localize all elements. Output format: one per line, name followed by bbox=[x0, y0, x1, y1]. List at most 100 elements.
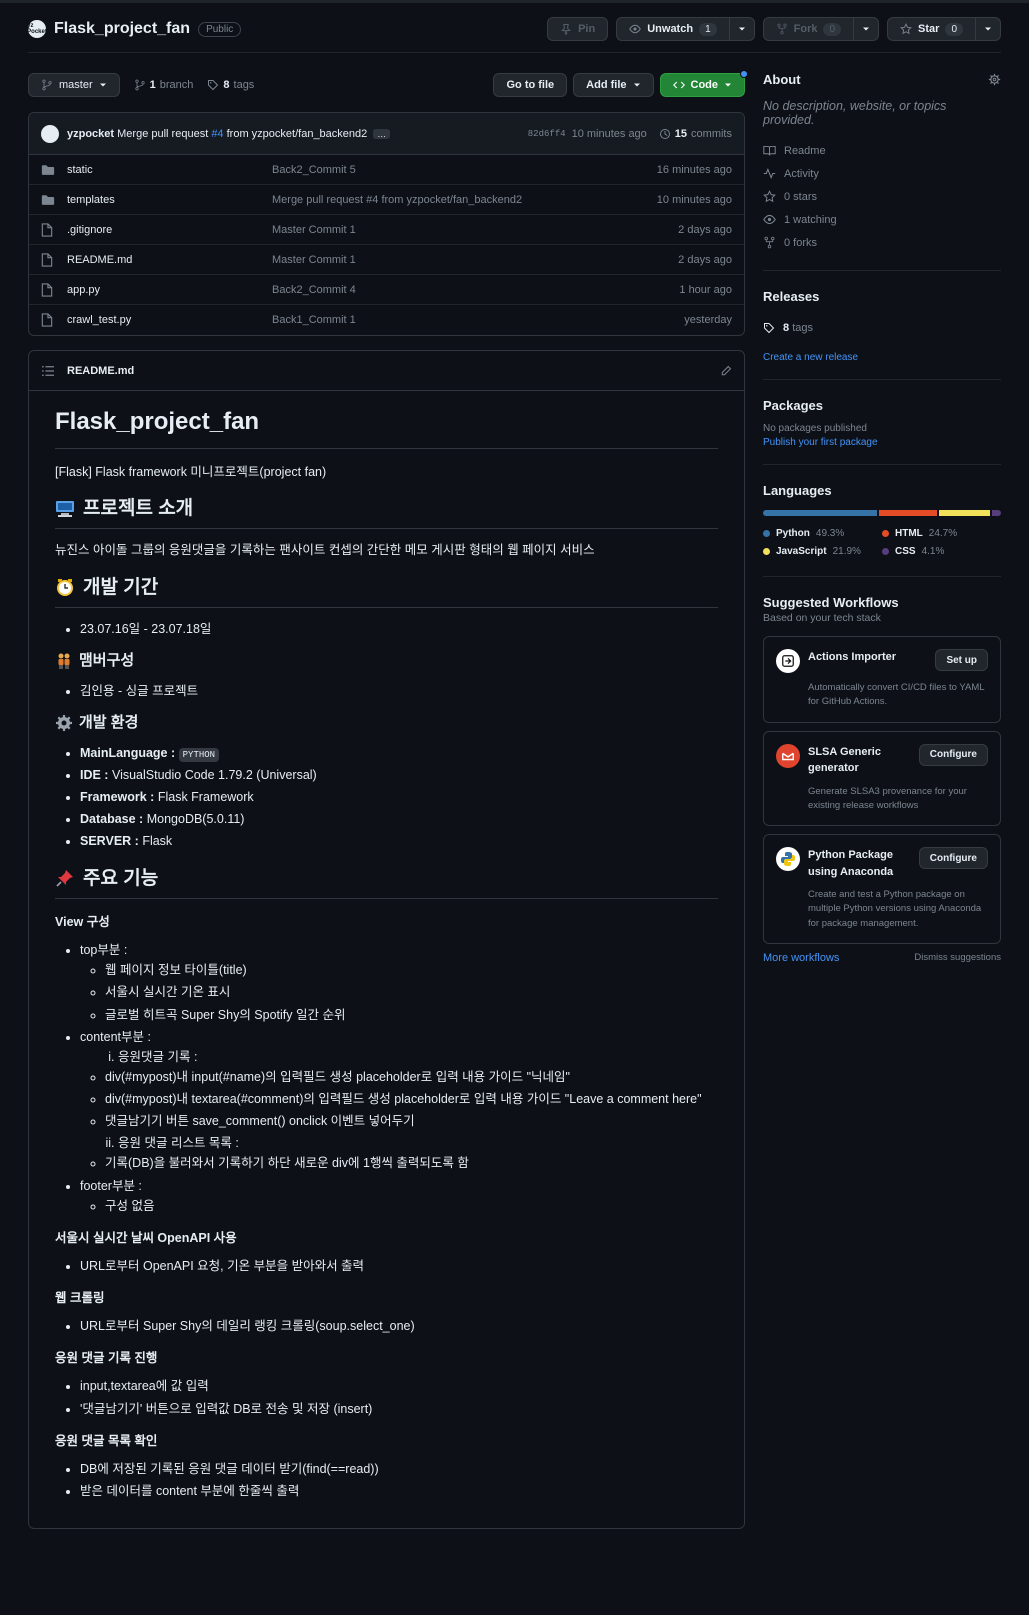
go-to-file-button[interactable]: Go to file bbox=[493, 73, 568, 97]
commits-link[interactable]: 15 commits bbox=[659, 128, 732, 140]
language-item[interactable]: CSS 4.1% bbox=[882, 542, 1001, 560]
period-heading: 개발 기간 bbox=[83, 576, 159, 598]
file-row[interactable]: app.py Back2_Commit 41 hour ago bbox=[29, 275, 744, 305]
visibility-badge: Public bbox=[198, 21, 242, 37]
about-link-eye[interactable]: 1 watching bbox=[763, 208, 1001, 231]
list-item: Database : MongoDB(5.0.11) bbox=[80, 810, 718, 828]
workflow-description: Automatically convert CI/CD files to YAM… bbox=[808, 682, 985, 708]
release-tag-label: tags bbox=[792, 321, 813, 334]
commit-pr-link[interactable]: #4 bbox=[211, 128, 223, 140]
file-row[interactable]: .gitignore Master Commit 12 days ago bbox=[29, 215, 744, 245]
file-row[interactable]: templates Merge pull request #4 from yzpo… bbox=[29, 185, 744, 215]
repo-name[interactable]: Flask_project_fan bbox=[54, 20, 190, 38]
file-name[interactable]: static bbox=[67, 164, 272, 176]
language-name: Python bbox=[776, 527, 810, 539]
workflow-card: Python Package using Anaconda Configure Cr… bbox=[763, 834, 1001, 944]
unwatch-dropdown[interactable] bbox=[729, 17, 755, 41]
release-tags-link[interactable]: 8 tags bbox=[763, 316, 1001, 339]
file-name[interactable]: templates bbox=[67, 194, 272, 206]
commit-message-prefix[interactable]: Merge pull request bbox=[117, 128, 208, 140]
workflow-configure-button[interactable]: Configure bbox=[918, 847, 988, 869]
expand-commit-button[interactable]: … bbox=[373, 128, 391, 139]
language-bar-segment bbox=[938, 510, 990, 516]
commit-author-avatar[interactable] bbox=[41, 124, 59, 143]
about-link-book[interactable]: Readme bbox=[763, 139, 1001, 162]
commit-author[interactable]: yzpocket bbox=[67, 128, 114, 140]
about-link-pulse[interactable]: Activity bbox=[763, 162, 1001, 185]
list-item: 댓글남기기 버튼 save_comment() onclick 이벤트 넣어두기 bbox=[105, 1112, 718, 1130]
commit-count: 15 bbox=[674, 127, 688, 140]
language-item[interactable]: JavaScript 21.9% bbox=[763, 542, 882, 560]
about-links: Readme Activity 0 stars 1 watching 0 forks bbox=[763, 139, 1001, 254]
releases-heading[interactable]: Releases bbox=[763, 289, 1001, 304]
pin-button[interactable]: Pin bbox=[547, 17, 609, 41]
star-button[interactable]: Star 0 bbox=[887, 17, 976, 41]
code-button[interactable]: Code bbox=[659, 70, 748, 97]
eye-icon bbox=[763, 213, 776, 226]
packages-heading[interactable]: Packages bbox=[763, 398, 1001, 413]
file-name[interactable]: README.md bbox=[67, 254, 272, 266]
list-item: MainLanguage : PYTHON bbox=[80, 744, 718, 762]
file-name[interactable]: .gitignore bbox=[67, 224, 272, 236]
branches-link[interactable]: 1 branch bbox=[134, 79, 194, 91]
publish-package-link[interactable]: Publish your first package bbox=[763, 437, 1001, 448]
file-list: static Back2_Commit 5 16 minutes ago templa… bbox=[29, 155, 744, 335]
readme-filename[interactable]: README.md bbox=[67, 365, 134, 377]
language-bar bbox=[763, 510, 1001, 516]
file-commit-message[interactable]: Back2_Commit 5 bbox=[272, 164, 657, 176]
about-settings-button[interactable] bbox=[988, 73, 1001, 86]
star-dropdown[interactable] bbox=[976, 17, 1001, 41]
branch-label: branch bbox=[159, 79, 194, 91]
book-icon bbox=[763, 144, 776, 157]
fork-button[interactable]: Fork 0 bbox=[762, 17, 855, 41]
list-icon[interactable] bbox=[41, 365, 55, 377]
code-icon bbox=[672, 81, 685, 89]
file-icon bbox=[41, 252, 53, 267]
gear-icon bbox=[988, 73, 1001, 86]
list-item: Framework : Flask Framework bbox=[80, 788, 718, 806]
workflow-description: Create and test a Python package on mult… bbox=[808, 889, 982, 929]
file-commit-message[interactable]: Master Commit 1 bbox=[272, 224, 678, 236]
workflow-title: Python Package using Anaconda bbox=[808, 849, 894, 878]
file-row[interactable]: static Back2_Commit 5 16 minutes ago bbox=[29, 155, 744, 185]
fork-icon bbox=[763, 236, 776, 249]
branch-selector[interactable]: master bbox=[28, 73, 120, 97]
readme-panel: README.md Flask_project_fan [Flask] Flas… bbox=[28, 350, 745, 1530]
language-item[interactable]: Python 49.3% bbox=[763, 524, 882, 542]
file-actions: Go to file Add file Code bbox=[493, 70, 748, 97]
tags-link[interactable]: 8 tags bbox=[207, 79, 254, 91]
env-value-code: PYTHON bbox=[178, 747, 220, 762]
about-title: About bbox=[763, 72, 801, 87]
create-release-link[interactable]: Create a new release bbox=[763, 352, 858, 363]
about-link-star[interactable]: 0 stars bbox=[763, 185, 1001, 208]
language-list: Python 49.3% HTML 24.7% JavaScript 21.9% CSS 4.… bbox=[763, 524, 1001, 560]
commit-sha[interactable]: 82d6ff4 bbox=[528, 129, 566, 139]
fork-dropdown[interactable] bbox=[854, 17, 880, 41]
top-label: top부분 : bbox=[80, 943, 128, 958]
fork-group: Fork 0 bbox=[762, 17, 880, 41]
owner-avatar[interactable]: yz Pocket bbox=[27, 20, 47, 38]
file-commit-message[interactable]: Back2_Commit 4 bbox=[272, 284, 679, 296]
file-row[interactable]: README.md Master Commit 12 days ago bbox=[29, 245, 744, 275]
file-commit-message[interactable]: Master Commit 1 bbox=[272, 254, 678, 266]
dismiss-suggestions-link[interactable]: Dismiss suggestions bbox=[914, 952, 1001, 964]
file-row[interactable]: crawl_test.py Back1_Commit 1 yesterday bbox=[29, 305, 744, 335]
unwatch-button[interactable]: Unwatch 1 bbox=[616, 17, 730, 41]
about-link-fork[interactable]: 0 forks bbox=[763, 231, 1001, 254]
languages-section: Languages Python 49.3% HTML 24.7% JavaScript… bbox=[763, 483, 1001, 577]
more-workflows-link[interactable]: More workflows bbox=[763, 952, 839, 964]
commit-message-suffix[interactable]: from yzpocket/fan_backend2 bbox=[227, 128, 368, 140]
file-name[interactable]: app.py bbox=[67, 284, 272, 296]
language-item[interactable]: HTML 24.7% bbox=[882, 524, 1001, 542]
workflow-configure-button[interactable]: Set up bbox=[935, 649, 988, 671]
crawl-heading: 웹 크롤링 bbox=[55, 1291, 105, 1306]
chevron-down-icon bbox=[99, 83, 106, 87]
file-commit-message[interactable]: Merge pull request #4 from yzpocket/fan_… bbox=[272, 194, 657, 206]
edit-readme-button[interactable] bbox=[720, 365, 732, 377]
file-commit-message[interactable]: Back1_Commit 1 bbox=[272, 314, 684, 326]
workflow-configure-button[interactable]: Configure bbox=[918, 743, 988, 766]
env-value: MongoDB(5.0.11) bbox=[146, 812, 245, 827]
add-file-button[interactable]: Add file bbox=[573, 73, 654, 97]
list-item: 구성 없음 bbox=[105, 1197, 718, 1215]
file-name[interactable]: crawl_test.py bbox=[67, 314, 272, 326]
